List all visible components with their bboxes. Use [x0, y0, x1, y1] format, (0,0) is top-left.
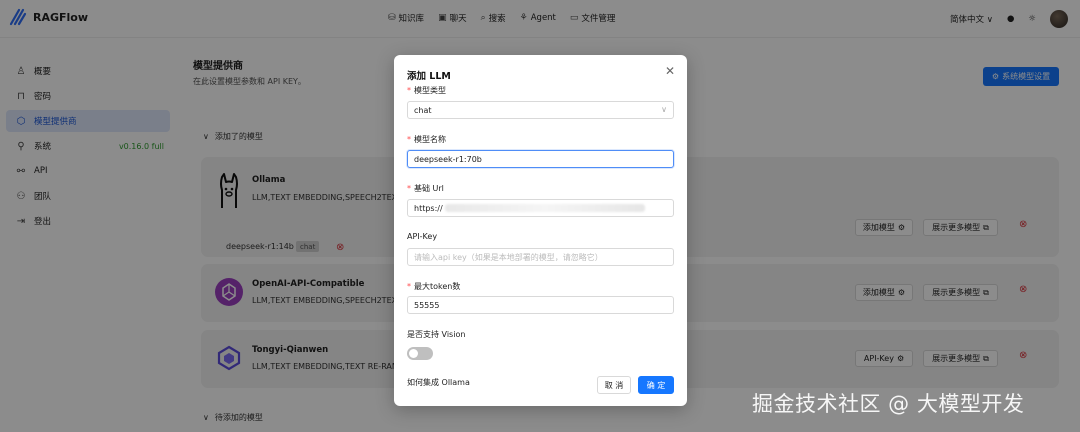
ollama-integration-link[interactable]: 如何集成 Ollama [407, 377, 470, 388]
model-type-select[interactable]: chat ∨ [407, 101, 674, 119]
redacted-url [444, 204, 645, 212]
label-text: 基础 Url [414, 184, 444, 193]
chevron-down-icon: ∨ [661, 105, 667, 114]
label-text: API-Key [407, 232, 438, 241]
label-text: 最大token数 [414, 282, 461, 291]
input-value: https:// [414, 203, 443, 213]
required-mark: * [407, 184, 411, 193]
base-url-label: * 基础 Url [407, 183, 444, 194]
input-value: deepseek-r1:70b [414, 154, 482, 164]
max-tokens-input[interactable]: 55555 [407, 296, 674, 314]
max-tokens-label: * 最大token数 [407, 281, 460, 292]
base-url-input[interactable]: https:// [407, 199, 674, 217]
watermark: 掘金技术社区 @ 大模型开发 [752, 392, 1025, 416]
vision-toggle[interactable] [407, 347, 433, 360]
required-mark: * [407, 282, 411, 291]
required-mark: * [407, 86, 411, 95]
cancel-button[interactable]: 取 消 [597, 376, 631, 394]
close-icon[interactable]: ✕ [665, 64, 675, 78]
model-name-label: * 模型名称 [407, 134, 446, 145]
toggle-knob [409, 349, 418, 358]
required-mark: * [407, 135, 411, 144]
label-text: 模型名称 [414, 135, 446, 144]
label-text: 模型类型 [414, 86, 446, 95]
api-key-label: API-Key [407, 232, 437, 241]
label-text: 是否支持 Vision [407, 330, 466, 339]
model-type-label: * 模型类型 [407, 85, 446, 96]
select-value: chat [414, 105, 432, 115]
add-llm-dialog: 添加 LLM ✕ * 模型类型 chat ∨ * 模型名称 deepseek-r1:… [394, 55, 687, 406]
api-key-input[interactable]: 请输入api key（如果是本地部署的模型，请忽略它） [407, 248, 674, 266]
input-value: 55555 [414, 300, 440, 310]
confirm-button[interactable]: 确 定 [638, 376, 674, 394]
input-placeholder: 请输入api key（如果是本地部署的模型，请忽略它） [414, 252, 603, 262]
dialog-title: 添加 LLM [407, 71, 451, 82]
vision-support-label: 是否支持 Vision [407, 329, 465, 340]
model-name-input[interactable]: deepseek-r1:70b [407, 150, 674, 168]
